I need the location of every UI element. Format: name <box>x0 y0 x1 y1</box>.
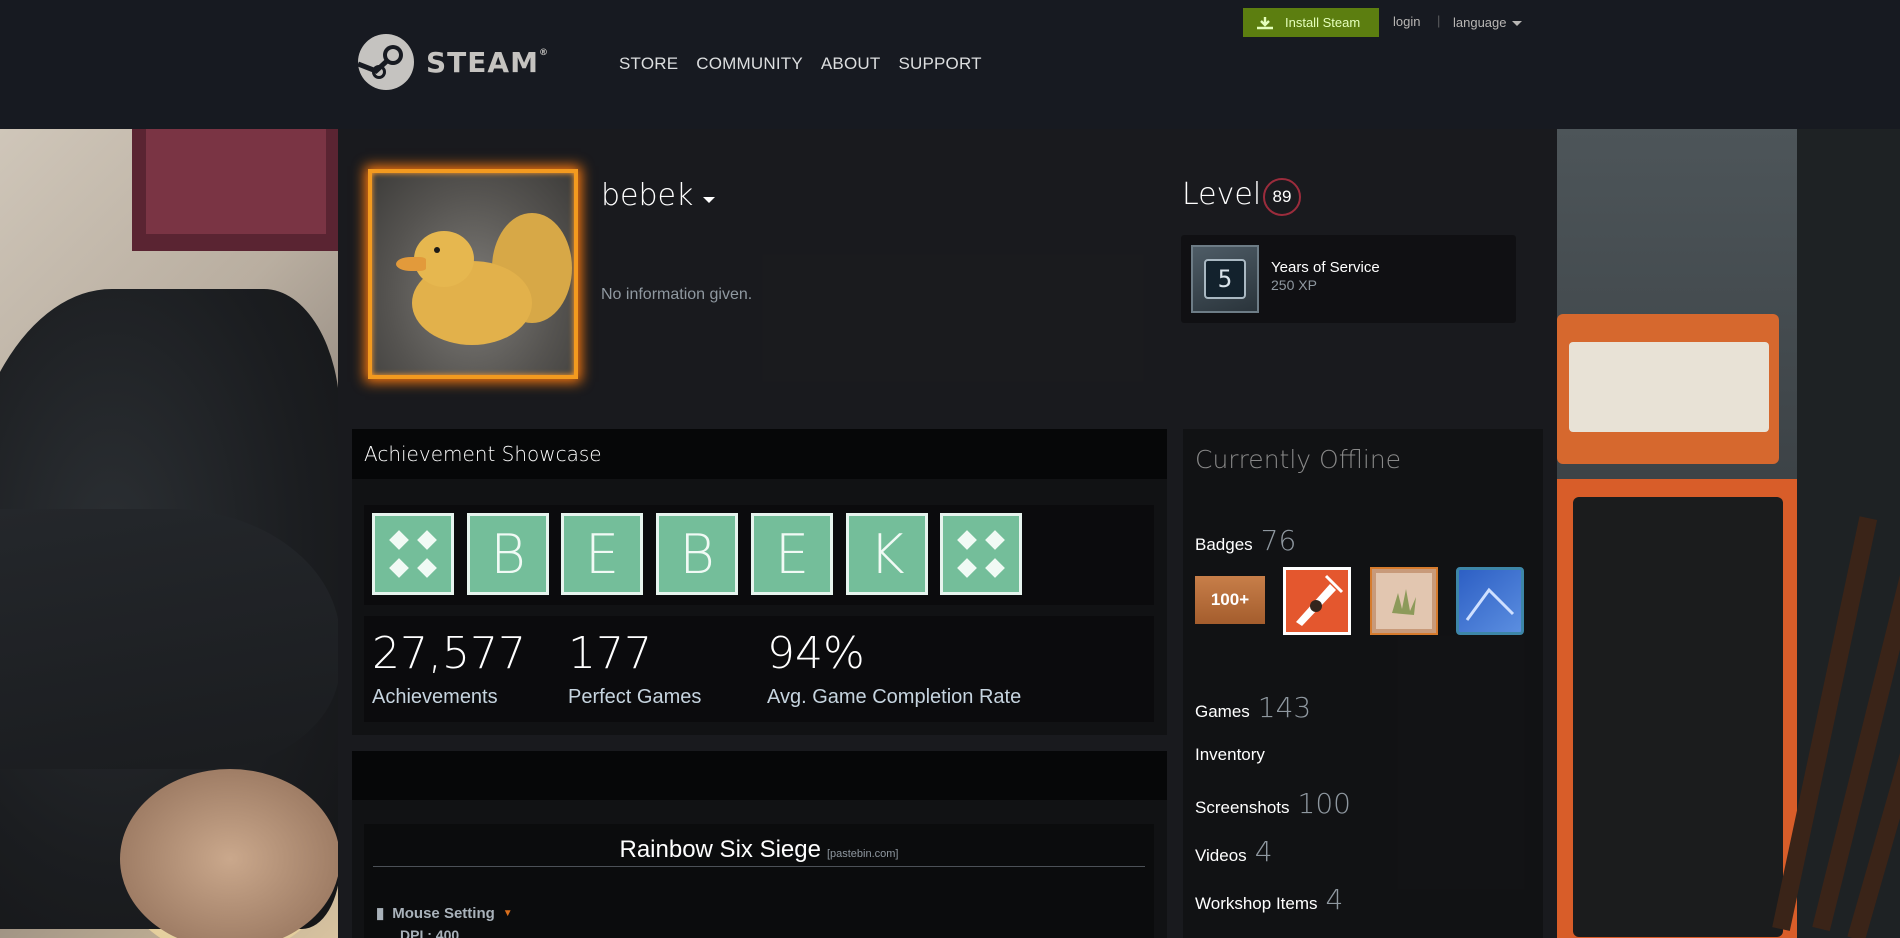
achievement-tile[interactable]: K <box>846 513 928 595</box>
header-separator: | <box>1437 13 1441 28</box>
badge-100-plus[interactable]: 100+ <box>1195 576 1265 624</box>
global-header: STEAM® STORE COMMUNITY ABOUT SUPPORT Ins… <box>0 0 1900 129</box>
favorite-badge[interactable]: 5 Years of Service 250 XP <box>1181 235 1516 323</box>
chevron-down-icon <box>703 196 716 203</box>
dice-icon <box>957 530 1005 578</box>
download-icon <box>1255 16 1275 30</box>
background-amp-cabinet <box>1557 479 1797 938</box>
achievement-tile[interactable]: E <box>751 513 833 595</box>
favorite-badge-name: Years of Service <box>1271 259 1380 276</box>
achievement-showcase: Achievement Showcase B E B E K 27,577 Ac… <box>352 429 1167 735</box>
inventory-link[interactable]: Inventory <box>1195 745 1265 765</box>
achievement-tile[interactable]: E <box>561 513 643 595</box>
badges-link[interactable]: Badges 76 <box>1195 524 1296 557</box>
achievement-tile[interactable]: B <box>467 513 549 595</box>
login-link[interactable]: login <box>1393 14 1420 29</box>
dpi-value: DPI : 400 <box>400 927 460 938</box>
achievement-tile-dots[interactable] <box>372 513 454 595</box>
persona-name[interactable]: bebek <box>601 178 716 213</box>
nav-support[interactable]: SUPPORT <box>898 54 981 74</box>
profile-background-left <box>0 129 338 938</box>
level-label: Level <box>1182 177 1262 212</box>
screenshots-link[interactable]: Screenshots 100 <box>1195 787 1351 820</box>
stat-perfect-games[interactable]: 177 Perfect Games <box>568 632 701 709</box>
custom-showcase-header <box>352 751 1167 800</box>
mouse-icon: ▮ <box>376 905 385 922</box>
achievement-stats: 27,577 Achievements 177 Perfect Games 94… <box>364 616 1154 722</box>
badge-rocket-icon[interactable] <box>1283 567 1351 635</box>
steam-logo-icon <box>358 34 414 90</box>
custom-info-showcase: Rainbow Six Siege [pastebin.com] ▮ Mouse … <box>352 751 1167 938</box>
achievement-tile-dots[interactable] <box>940 513 1022 595</box>
stat-completion-rate: 94% Avg. Game Completion Rate <box>767 628 1022 709</box>
badge-plant-icon[interactable] <box>1370 567 1438 635</box>
mouse-setting-heading: ▮ Mouse Setting ▼ <box>376 904 513 923</box>
profile-summary: No information given. <box>601 286 753 303</box>
triangle-down-icon: ▼ <box>502 907 513 919</box>
showcase-title: Achievement Showcase <box>352 429 1167 479</box>
profile-page: bebek No information given. Level 89 5 Y… <box>338 129 1557 938</box>
main-nav: STORE COMMUNITY ABOUT SUPPORT <box>619 54 982 74</box>
stat-achievements[interactable]: 27,577 Achievements <box>372 632 526 709</box>
nav-about[interactable]: ABOUT <box>821 54 881 74</box>
videos-link[interactable]: Videos 4 <box>1195 835 1273 868</box>
level-badge[interactable]: 89 <box>1263 178 1301 216</box>
custom-showcase-title: Rainbow Six Siege [pastebin.com] <box>619 836 899 863</box>
steam-logo[interactable]: STEAM® <box>358 34 549 90</box>
achievement-tile[interactable]: B <box>656 513 738 595</box>
install-steam-label: Install Steam <box>1285 15 1361 30</box>
nav-store[interactable]: STORE <box>619 54 678 74</box>
profile-background-right <box>1557 129 1900 938</box>
nav-community[interactable]: COMMUNITY <box>696 54 803 74</box>
online-status: Currently Offline <box>1195 445 1402 474</box>
background-poster <box>132 129 338 251</box>
install-steam-button[interactable]: Install Steam <box>1243 8 1379 37</box>
favorite-badge-xp: 250 XP <box>1271 277 1317 293</box>
workshop-items-link[interactable]: Workshop Items 4 <box>1195 883 1343 916</box>
divider <box>373 866 1145 867</box>
pastebin-link[interactable]: [pastebin.com] <box>827 848 899 860</box>
background-amp-head <box>1557 314 1779 464</box>
profile-right-column: Currently Offline Badges 76 100+ Games 1… <box>1183 429 1543 938</box>
custom-showcase-body: Rainbow Six Siege [pastebin.com] ▮ Mouse … <box>364 824 1154 938</box>
dice-icon <box>389 530 437 578</box>
language-dropdown[interactable]: language <box>1453 15 1522 30</box>
steam-wordmark: STEAM® <box>426 45 549 79</box>
chevron-down-icon <box>1511 21 1522 27</box>
avatar[interactable] <box>368 169 578 379</box>
badge-blue-scene-icon[interactable] <box>1456 567 1524 635</box>
games-link[interactable]: Games 143 <box>1195 691 1311 724</box>
achievement-icons-row: B E B E K <box>364 505 1154 605</box>
years-of-service-badge-icon: 5 <box>1191 245 1259 313</box>
